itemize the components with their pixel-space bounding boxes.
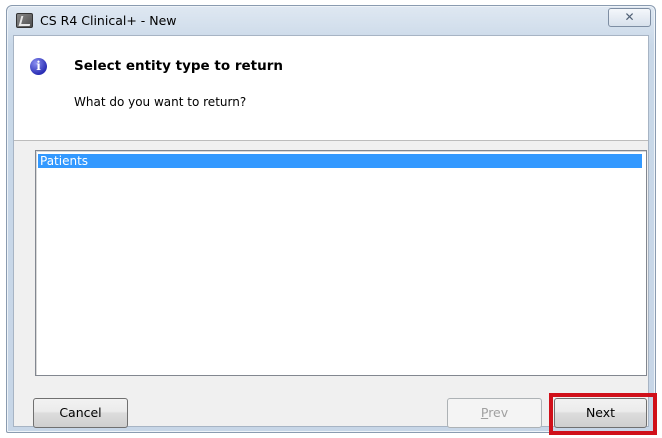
app-icon xyxy=(16,13,33,28)
next-button-highlight xyxy=(549,393,657,435)
dialog-content: i Select entity type to return What do y… xyxy=(13,35,657,435)
wizard-header: i Select entity type to return What do y… xyxy=(14,36,648,141)
cancel-button[interactable]: Cancel xyxy=(33,398,128,428)
page-subtitle: What do you want to return? xyxy=(74,95,247,109)
title-bar[interactable]: CS R4 Clinical+ - New ✕ xyxy=(7,6,655,36)
close-icon: ✕ xyxy=(624,10,635,24)
close-button[interactable]: ✕ xyxy=(608,8,651,27)
entity-type-list[interactable]: Patients xyxy=(35,150,647,376)
page-title: Select entity type to return xyxy=(74,58,283,74)
list-item-patients[interactable]: Patients xyxy=(38,154,642,168)
dialog-window: CS R4 Clinical+ - New ✕ i Select entity … xyxy=(6,5,657,435)
window-title: CS R4 Clinical+ - New xyxy=(40,13,177,28)
prev-button[interactable]: Prev xyxy=(447,398,542,428)
info-icon: i xyxy=(30,58,47,75)
